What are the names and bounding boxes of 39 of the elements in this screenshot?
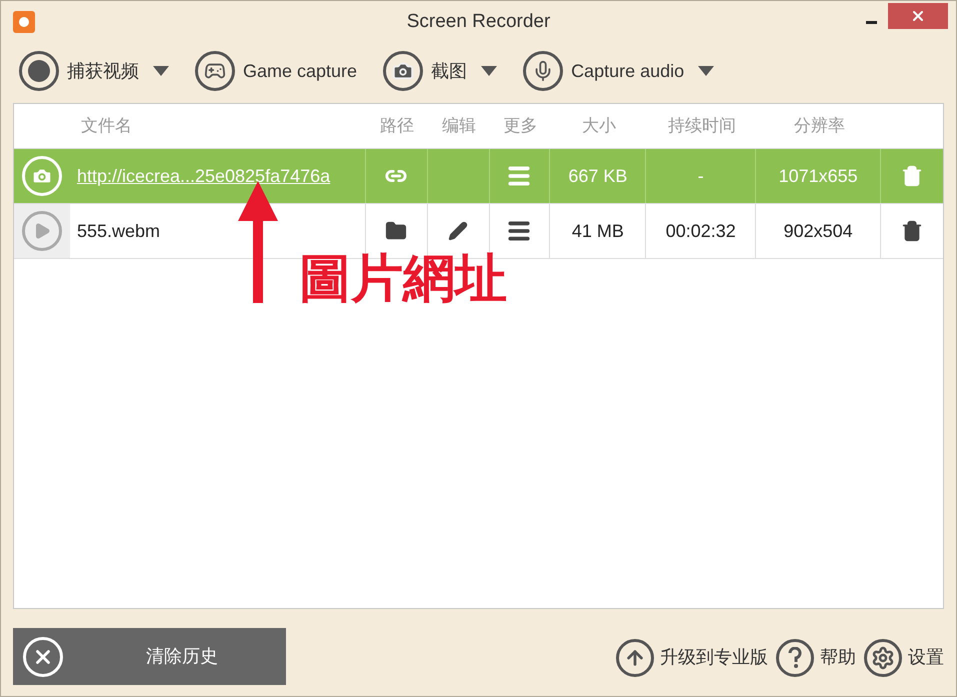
help-icon (776, 638, 814, 676)
column-header: 文件名 (81, 116, 132, 136)
folder-icon[interactable] (385, 220, 408, 242)
toolbar-button[interactable]: Capture audio (523, 51, 714, 91)
microphone-icon (523, 51, 564, 91)
camera-icon (22, 156, 62, 196)
toolbar-button[interactable]: 截图 (383, 51, 498, 91)
file-duration: - (698, 164, 704, 188)
column-header: 持续时间 (668, 116, 736, 136)
column-header: 编辑 (442, 116, 476, 136)
file-resolution: 1071x655 (778, 164, 858, 188)
gamepad-icon (195, 51, 235, 91)
footer-link[interactable]: 帮助 (776, 638, 856, 676)
footer-link[interactable]: 设置 (864, 638, 944, 676)
toolbar-button[interactable]: 捕获视频 (19, 51, 169, 91)
camera-icon (383, 51, 424, 91)
window-title: Screen Recorder (406, 10, 552, 34)
file-size: 667 KB (568, 164, 628, 188)
delete-icon[interactable] (901, 220, 924, 242)
footer-link[interactable]: 升级到专业版 (616, 638, 768, 676)
column-header: 分辨率 (794, 116, 845, 136)
file-resolution: 902x504 (784, 220, 853, 242)
close-icon (910, 8, 926, 24)
settings-icon (864, 638, 902, 676)
close-button[interactable] (888, 3, 948, 29)
play-icon (22, 211, 62, 251)
close-icon (23, 636, 63, 676)
clear-history-button[interactable]: 清除历史 (13, 628, 286, 685)
column-header: 大小 (582, 116, 616, 136)
app-logo-icon (13, 11, 35, 33)
minimize-icon (866, 20, 876, 24)
record-icon (19, 51, 59, 91)
column-header: 更多 (504, 116, 538, 136)
file-size: 41 MB (572, 220, 624, 242)
file-name: 555.webm (76, 220, 160, 242)
toolbar-button[interactable]: Game capture (195, 51, 358, 91)
pencil-icon[interactable] (448, 221, 468, 241)
column-header: 路径 (380, 116, 414, 136)
file-duration: 00:02:32 (666, 220, 736, 242)
